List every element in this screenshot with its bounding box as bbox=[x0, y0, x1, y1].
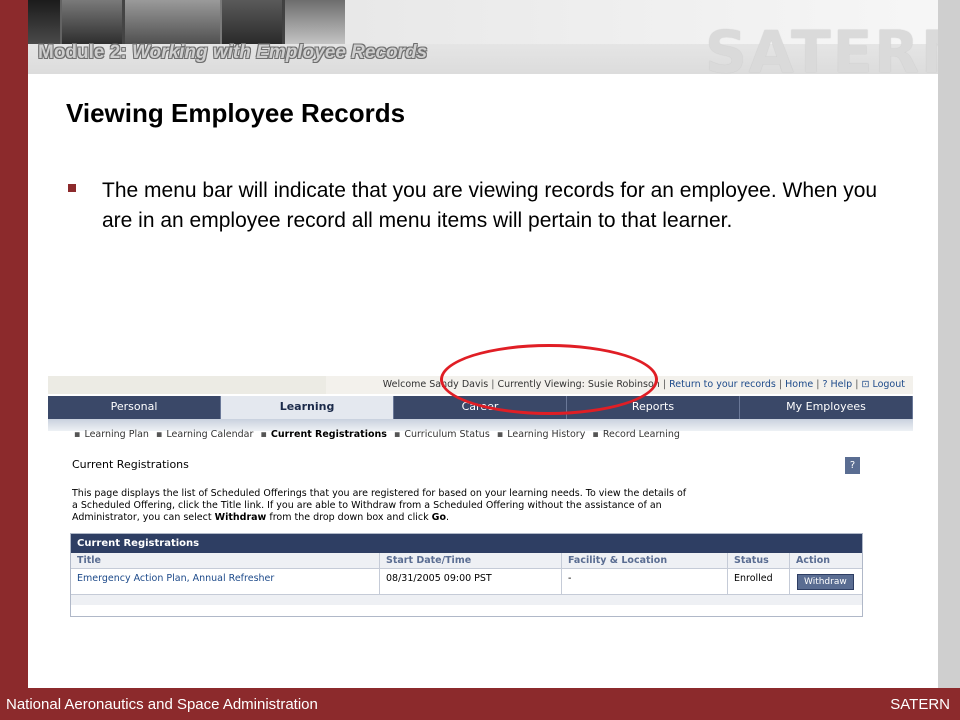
table-row: Emergency Action Plan, Annual Refresher … bbox=[71, 569, 862, 595]
page-heading: Current Registrations bbox=[72, 458, 189, 471]
return-to-records-link[interactable]: Return to your records bbox=[669, 379, 776, 390]
column-header-status: Status bbox=[728, 553, 790, 568]
bullet-dot: ▪ bbox=[155, 429, 163, 440]
satern-screenshot: Welcome Sandy Davis | Currently Viewing:… bbox=[48, 376, 913, 623]
subnav-learning-plan[interactable]: Learning Plan bbox=[84, 429, 148, 440]
square-bullet-icon bbox=[68, 184, 76, 192]
start-date-cell: 08/31/2005 09:00 PST bbox=[380, 569, 562, 594]
subnav-learning-calendar[interactable]: Learning Calendar bbox=[166, 429, 253, 440]
course-title-link[interactable]: Emergency Action Plan, Annual Refresher bbox=[71, 569, 380, 594]
subnav-learning-history[interactable]: Learning History bbox=[507, 429, 585, 440]
satern-logo: SATERN bbox=[705, 18, 960, 86]
left-frame-bar bbox=[0, 0, 28, 720]
action-cell: Withdraw bbox=[790, 569, 862, 594]
withdraw-button[interactable]: Withdraw bbox=[797, 574, 854, 590]
tab-personal[interactable]: Personal bbox=[48, 396, 221, 419]
slide-header: SATERN Module 2: Working with Employee R… bbox=[0, 0, 960, 86]
subnav-record-learning[interactable]: Record Learning bbox=[603, 429, 680, 440]
module-prefix: Module 2: bbox=[38, 42, 132, 63]
highlight-oval bbox=[440, 344, 658, 415]
column-header-facility: Facility & Location bbox=[562, 553, 728, 568]
column-header-action: Action bbox=[796, 555, 831, 566]
bullet-dot: ▪ bbox=[592, 429, 599, 440]
slide-title: Viewing Employee Records bbox=[66, 98, 406, 128]
header-photo-monitor bbox=[285, 0, 345, 44]
sub-nav: ▪ Learning Plan ▪ Learning Calendar ▪ Curre… bbox=[70, 429, 680, 440]
top-utility-bar-left bbox=[48, 376, 326, 394]
page-description: This page displays the list of Scheduled… bbox=[72, 488, 692, 524]
header-photo-worker bbox=[222, 0, 282, 44]
description-bold-withdraw: Withdraw bbox=[214, 512, 267, 523]
header-photo-strip bbox=[0, 0, 345, 44]
tab-my-employees[interactable]: My Employees bbox=[740, 396, 913, 419]
module-title: Module 2: Working with Employee Records bbox=[38, 42, 427, 64]
bullet-dot: ▪ bbox=[496, 429, 504, 440]
facility-cell: - bbox=[562, 569, 728, 594]
subnav-current-registrations[interactable]: Current Registrations bbox=[271, 429, 387, 440]
footer-agency-name: National Aeronautics and Space Administr… bbox=[6, 696, 318, 713]
header-photo-people bbox=[62, 0, 122, 44]
table-footer bbox=[71, 595, 862, 605]
logout-icon: ⊡ bbox=[861, 379, 870, 390]
status-cell: Enrolled bbox=[728, 569, 790, 594]
logout-link[interactable]: Logout bbox=[872, 379, 905, 390]
home-link[interactable]: Home bbox=[785, 379, 813, 390]
table-caption: Current Registrations bbox=[71, 534, 862, 553]
slide-footer: National Aeronautics and Space Administr… bbox=[0, 688, 960, 720]
help-link[interactable]: ? Help bbox=[822, 379, 852, 390]
bullet-dot: ▪ bbox=[74, 429, 81, 440]
registrations-table: Current Registrations Title Start Date/T… bbox=[70, 533, 863, 617]
module-name: Working with Employee Records bbox=[131, 42, 428, 63]
description-text: from the drop down box and click bbox=[266, 512, 432, 523]
description-text: . bbox=[446, 512, 450, 523]
column-header-title: Title bbox=[71, 553, 380, 568]
table-header: Title Start Date/Time Facility & Locatio… bbox=[71, 553, 862, 569]
description-bold-go: Go bbox=[431, 512, 446, 523]
column-header-start: Start Date/Time bbox=[380, 553, 562, 568]
tab-learning[interactable]: Learning bbox=[221, 396, 394, 419]
bullet-text: The menu bar will indicate that you are … bbox=[102, 179, 878, 232]
bullet-dot: ▪ bbox=[393, 429, 401, 440]
right-frame-bar bbox=[938, 0, 960, 720]
footer-satern: SATERN bbox=[890, 696, 950, 713]
bullet-dot: ▪ bbox=[260, 429, 267, 440]
subnav-curriculum-status[interactable]: Curriculum Status bbox=[404, 429, 489, 440]
header-photo-team bbox=[125, 0, 220, 44]
help-button[interactable]: ? bbox=[845, 457, 860, 474]
